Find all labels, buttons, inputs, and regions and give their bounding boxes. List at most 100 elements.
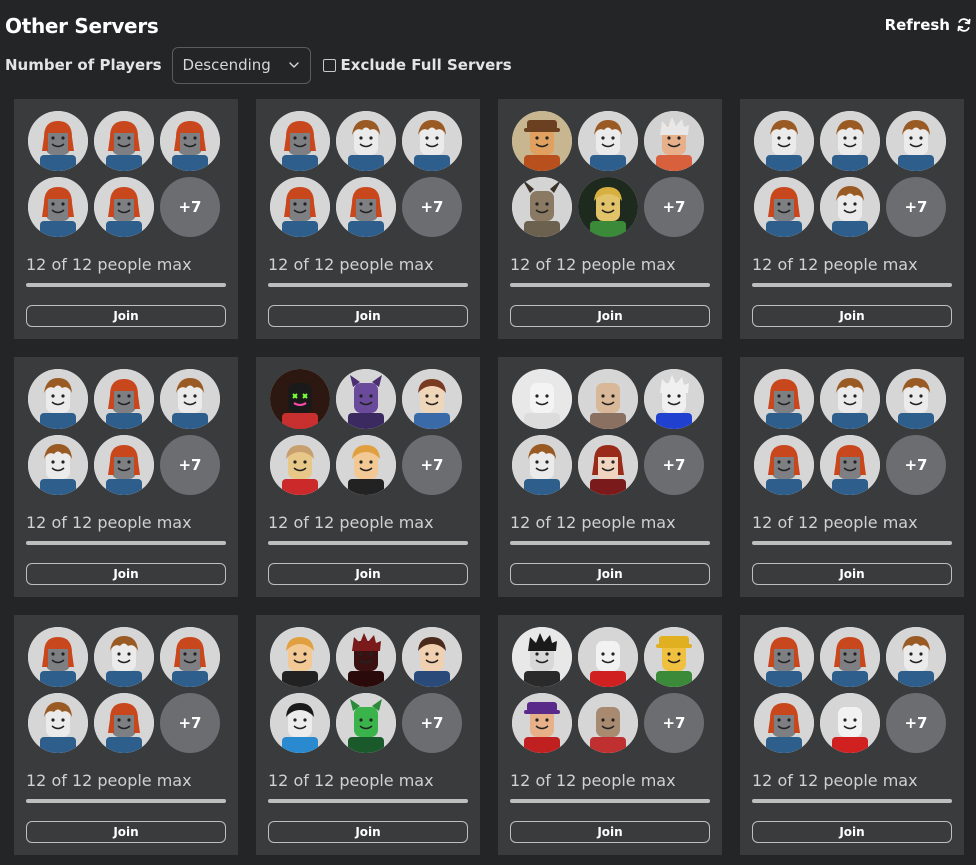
player-avatar-bacon-hair-female[interactable] [754,627,814,687]
player-avatar-bacon-hair[interactable] [28,369,88,429]
player-avatar-black-white-avatar[interactable] [512,627,572,687]
player-avatars: +7 [270,111,462,237]
player-avatar-bacon-hair[interactable] [578,111,638,171]
player-avatar-anime-white-hair[interactable] [644,111,704,171]
player-avatar-bacon-hair-female[interactable] [754,693,814,753]
player-avatar-bacon-hair-female[interactable] [28,177,88,237]
sort-label: Number of Players [5,56,162,74]
player-avatar-purple-cat-avatar[interactable] [336,369,396,429]
player-avatar-bacon-hair[interactable] [886,369,946,429]
join-button[interactable]: Join [26,821,226,843]
player-avatar-blonde-boy-avatar[interactable] [336,435,396,495]
more-players-badge: +7 [160,693,220,753]
join-button[interactable]: Join [26,563,226,585]
player-avatar-bacon-hair-female[interactable] [160,111,220,171]
player-avatar-bacon-hair[interactable] [28,693,88,753]
player-avatar-bacon-hair-female[interactable] [94,693,154,753]
more-players-badge: +7 [160,435,220,495]
player-avatar-waving-avatar[interactable] [402,627,462,687]
player-avatar-bacon-hair[interactable] [402,111,462,171]
player-avatar-red-hair-avatar[interactable] [578,435,638,495]
join-button[interactable]: Join [752,563,952,585]
player-avatar-classic-noob-face[interactable] [578,627,638,687]
more-players-badge: +7 [644,693,704,753]
player-avatar-goat-avatar[interactable] [512,177,572,237]
server-capacity-text: 12 of 12 people max [752,771,918,790]
player-avatar-bacon-hair-female[interactable] [94,435,154,495]
player-avatar-sunglasses-cap-avatar[interactable] [512,693,572,753]
join-button[interactable]: Join [268,305,468,327]
player-avatar-bacon-hair-female[interactable] [754,435,814,495]
server-card: +7 12 of 12 people max Join [14,99,238,339]
more-players-badge: +7 [886,435,946,495]
player-avatar-white-hair-glasses-avatar[interactable] [644,369,704,429]
player-avatar-bacon-hair[interactable] [94,627,154,687]
player-avatar-blonde-boy-avatar[interactable] [270,627,330,687]
player-avatars: +7 [270,627,462,753]
player-avatar-bacon-hair-female[interactable] [160,627,220,687]
player-avatar-bacon-hair-female[interactable] [94,111,154,171]
player-avatar-bacon-hair-female[interactable] [336,177,396,237]
player-avatar-dark-red-avatar[interactable] [336,627,396,687]
player-avatar-neon-mask-avatar[interactable] [270,369,330,429]
player-avatar-bacon-hair-female[interactable] [820,627,880,687]
exclude-full-servers-checkbox[interactable] [322,58,336,72]
sort-dropdown-value: Descending [182,56,271,74]
server-capacity-text: 12 of 12 people max [752,513,918,532]
join-button[interactable]: Join [268,821,468,843]
filter-bar: Number of Players Descending Exclude Ful… [5,46,512,84]
player-avatar-bacon-hair[interactable] [886,111,946,171]
player-avatar-green-aura-avatar[interactable] [578,177,638,237]
player-avatar-bacon-hair[interactable] [512,435,572,495]
server-card: +7 12 of 12 people max Join [740,357,964,597]
server-capacity-bar-fill [26,541,226,545]
join-button[interactable]: Join [510,305,710,327]
server-capacity-bar [26,283,226,287]
player-avatar-bacon-hair[interactable] [336,111,396,171]
player-avatar-bacon-hair-female[interactable] [94,369,154,429]
join-button[interactable]: Join [752,821,952,843]
player-avatar-bacon-hair[interactable] [820,177,880,237]
player-avatar-yellow-cap-glasses-avatar[interactable] [644,627,704,687]
join-button[interactable]: Join [510,563,710,585]
join-button[interactable]: Join [268,563,468,585]
player-avatar-bacon-hair[interactable] [820,111,880,171]
join-button[interactable]: Join [752,305,952,327]
player-avatar-brown-hair-avatar[interactable] [402,369,462,429]
player-avatar-bald-bearded-avatar[interactable] [578,369,638,429]
player-avatars: +7 [28,369,220,495]
player-avatar-bacon-hair-female[interactable] [754,177,814,237]
refresh-button[interactable]: Refresh [885,16,972,34]
player-avatar-bacon-hair-female[interactable] [94,177,154,237]
player-avatar-bacon-hair-female[interactable] [28,111,88,171]
more-players-badge: +7 [886,693,946,753]
server-capacity-bar-fill [26,799,226,803]
server-capacity-text: 12 of 12 people max [268,255,434,274]
exclude-full-servers-toggle[interactable]: Exclude Full Servers [322,56,512,74]
player-avatar-bacon-hair[interactable] [886,627,946,687]
server-capacity-text: 12 of 12 people max [26,513,192,532]
player-avatar-black-hair-avatar[interactable] [270,693,330,753]
player-avatar-green-alien-avatar[interactable] [336,693,396,753]
player-avatar-fancy-hat-avatar[interactable] [512,111,572,171]
join-button[interactable]: Join [510,821,710,843]
player-avatar-bacon-hair[interactable] [160,369,220,429]
player-avatar-small-red-avatar[interactable] [270,435,330,495]
more-players-badge: +7 [644,177,704,237]
player-avatar-bacon-hair-female[interactable] [754,369,814,429]
server-capacity-bar [510,541,710,545]
refresh-label: Refresh [884,16,950,34]
player-avatar-bacon-hair[interactable] [28,435,88,495]
player-avatar-bacon-hair-female[interactable] [270,177,330,237]
server-capacity-text: 12 of 12 people max [752,255,918,274]
player-avatar-bacon-hair-female[interactable] [820,435,880,495]
join-button[interactable]: Join [26,305,226,327]
player-avatar-white-smiley-avatar[interactable] [512,369,572,429]
sort-dropdown[interactable]: Descending [171,46,311,84]
player-avatar-bacon-hair-female[interactable] [28,627,88,687]
player-avatar-classic-noob-face[interactable] [820,693,880,753]
player-avatar-bacon-hair-female[interactable] [270,111,330,171]
player-avatar-bacon-hair[interactable] [820,369,880,429]
player-avatar-bacon-hair[interactable] [754,111,814,171]
player-avatar-blocky-tan-avatar[interactable] [578,693,638,753]
